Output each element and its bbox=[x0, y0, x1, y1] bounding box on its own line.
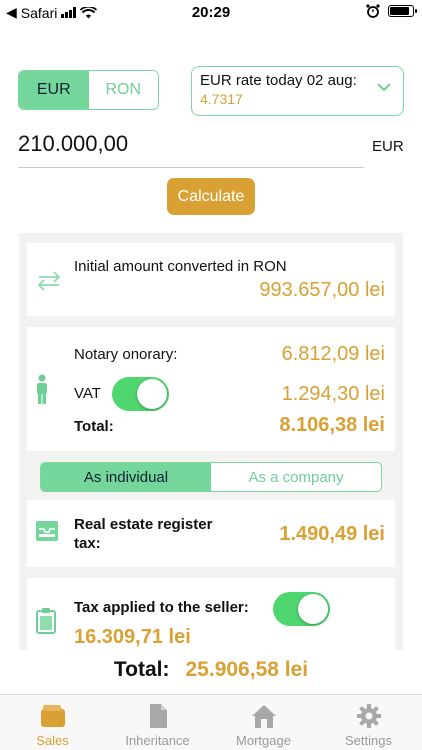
seller-tax-toggle[interactable] bbox=[273, 592, 330, 626]
notary-total-label: Total: bbox=[74, 418, 114, 435]
converted-value: 993.657,00 lei bbox=[259, 279, 385, 301]
house-icon bbox=[252, 705, 276, 728]
amount-underline bbox=[18, 167, 364, 168]
rate-picker[interactable]: EUR rate today 02 aug: 4.7317 bbox=[191, 66, 404, 116]
person-type-individual[interactable]: As individual bbox=[41, 463, 211, 491]
notary-card: Notary onorary: 6.812,09 lei VAT 1.294,3… bbox=[27, 327, 395, 451]
register-tax-value: 1.490,49 lei bbox=[279, 523, 385, 545]
tab-settings[interactable]: Settings bbox=[316, 695, 421, 750]
notary-total-value: 8.106,38 lei bbox=[279, 414, 385, 436]
register-tax-label-line1: Real estate register bbox=[74, 516, 213, 533]
tab-mortgage[interactable]: Mortgage bbox=[211, 695, 316, 750]
tab-inheritance[interactable]: Inheritance bbox=[105, 695, 210, 750]
chevron-down-icon[interactable] bbox=[377, 83, 391, 92]
grand-total: Total: 25.906,58 lei bbox=[0, 658, 422, 682]
grand-total-value: 25.906,58 lei bbox=[185, 658, 309, 681]
amount-currency: EUR bbox=[372, 138, 404, 155]
gear-icon bbox=[357, 704, 381, 728]
document-icon bbox=[150, 704, 167, 728]
exchange-arrows-icon bbox=[37, 271, 61, 291]
wallet-icon bbox=[41, 705, 65, 727]
clipboard-icon bbox=[36, 608, 56, 634]
notary-onorary-value: 6.812,09 lei bbox=[281, 343, 385, 365]
status-right bbox=[366, 4, 417, 18]
person-type-toggle: As individual As a company bbox=[40, 462, 382, 492]
vat-value: 1.294,30 lei bbox=[281, 383, 385, 405]
tab-sales-label: Sales bbox=[36, 733, 69, 748]
vat-label: VAT bbox=[74, 385, 101, 402]
converted-label: Initial amount converted in RON bbox=[74, 258, 287, 275]
rate-title: EUR rate today 02 aug: bbox=[200, 72, 357, 89]
clock: 20:29 bbox=[191, 4, 231, 21]
register-tax-card: Real estate register tax: 1.490,49 lei bbox=[27, 500, 395, 567]
vat-toggle[interactable] bbox=[112, 377, 169, 411]
results-panel[interactable]: Initial amount converted in RON 993.657,… bbox=[19, 233, 403, 650]
amount-input[interactable]: 210.000,00 bbox=[18, 131, 128, 157]
tab-inheritance-label: Inheritance bbox=[125, 733, 190, 748]
person-icon bbox=[37, 374, 47, 404]
tab-sales[interactable]: Sales bbox=[0, 695, 105, 750]
grand-total-label: Total: bbox=[113, 658, 170, 681]
calculate-button[interactable]: Calculate bbox=[167, 178, 255, 215]
converted-card: Initial amount converted in RON 993.657,… bbox=[27, 243, 395, 316]
seller-tax-card: Tax applied to the seller: 16.309,71 lei bbox=[27, 578, 395, 650]
tab-mortgage-label: Mortgage bbox=[236, 733, 291, 748]
tab-bar: Sales Inheritance Mortgage Settings bbox=[0, 694, 422, 750]
notary-onorary-label: Notary onorary: bbox=[74, 346, 178, 363]
person-type-company[interactable]: As a company bbox=[211, 463, 381, 491]
inbox-tray-icon bbox=[36, 521, 58, 541]
status-bar: ◀ Safari 20:29 bbox=[0, 0, 422, 24]
currency-option-ron[interactable]: RON bbox=[88, 71, 158, 109]
currency-toggle: EUR RON bbox=[18, 70, 159, 110]
register-tax-label-line2: tax: bbox=[74, 535, 101, 552]
tab-settings-label: Settings bbox=[345, 733, 392, 748]
seller-tax-label: Tax applied to the seller: bbox=[74, 599, 249, 616]
battery-icon bbox=[388, 5, 417, 17]
alarm-icon bbox=[366, 4, 380, 18]
seller-tax-value: 16.309,71 lei bbox=[74, 626, 191, 648]
rate-value: 4.7317 bbox=[200, 91, 243, 107]
currency-option-eur[interactable]: EUR bbox=[19, 71, 89, 109]
